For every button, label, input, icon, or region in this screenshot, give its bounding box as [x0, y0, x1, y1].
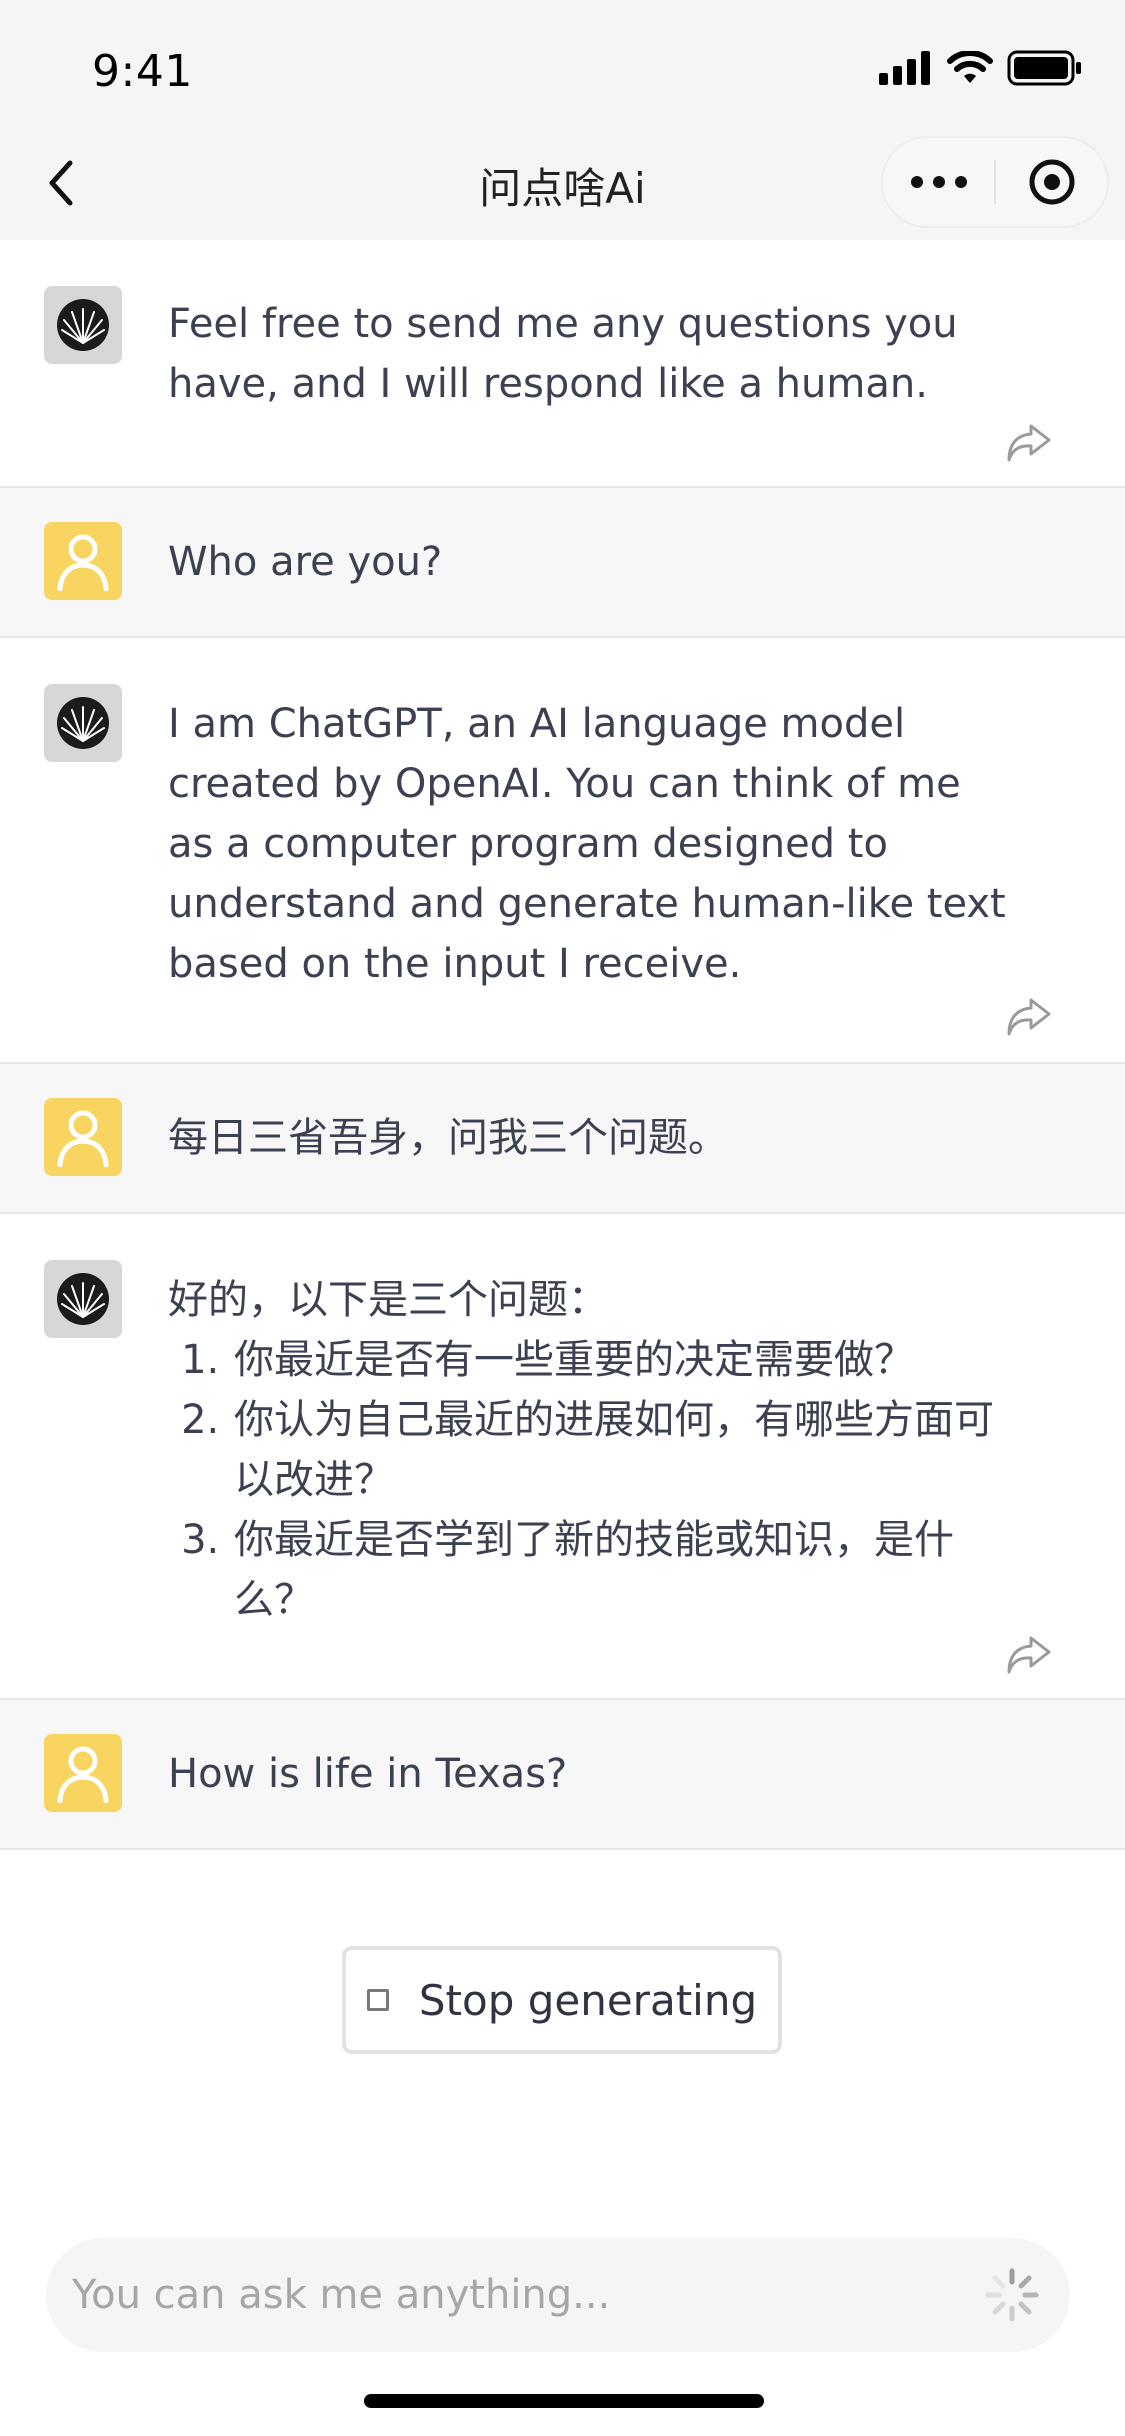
- mini-program-capsule: [881, 136, 1109, 228]
- user-icon: [57, 534, 109, 591]
- answer-list: 你最近是否有一些重要的决定需要做？ 你认为自己最近的进展如何，有哪些方面可以改进…: [232, 1330, 1008, 1630]
- fan-logo-icon: [57, 1273, 109, 1325]
- more-dot-icon: [910, 176, 923, 188]
- message-text: 每日三省吾身，问我三个问题。: [168, 1115, 728, 1161]
- chat-message-user: Who are you?: [0, 486, 1125, 638]
- message-text: Feel free to send me any questions you h…: [168, 301, 958, 407]
- target-icon: [1029, 159, 1074, 205]
- more-button[interactable]: [883, 138, 994, 226]
- close-mini-program-button[interactable]: [996, 138, 1107, 226]
- chat-message-user: 每日三省吾身，问我三个问题。: [0, 1062, 1125, 1214]
- share-icon[interactable]: [1005, 420, 1053, 464]
- user-icon: [57, 1110, 109, 1167]
- bot-avatar: [44, 1260, 122, 1338]
- top-bar: 9:41 问点啥Ai: [0, 0, 1125, 240]
- message-text: 好的，以下是三个问题： 你最近是否有一些重要的决定需要做？ 你认为自己最近的进展…: [168, 1270, 1008, 1630]
- message-text: Who are you?: [168, 539, 443, 585]
- user-icon: [57, 1746, 109, 1803]
- list-item: 你认为自己最近的进展如何，有哪些方面可以改进？: [232, 1390, 1008, 1510]
- fan-logo-icon: [57, 697, 109, 749]
- share-icon[interactable]: [1005, 1632, 1053, 1676]
- wifi-icon: [947, 51, 993, 83]
- signal-icon: [879, 51, 930, 85]
- message-text: I am ChatGPT, an AI language model creat…: [168, 701, 1006, 987]
- status-time: 9:41: [92, 46, 193, 97]
- more-dot-icon: [954, 176, 967, 188]
- list-item: 你最近是否有一些重要的决定需要做？: [232, 1330, 1008, 1390]
- chat-message-bot: Feel free to send me any questions you h…: [0, 240, 1125, 486]
- fan-logo-icon: [57, 299, 109, 351]
- chat-screen: 9:41 问点啥Ai Feel free to send me any ques…: [0, 0, 1125, 2436]
- share-icon[interactable]: [1005, 994, 1053, 1038]
- chat-message-bot: I am ChatGPT, an AI language model creat…: [0, 638, 1125, 1062]
- user-avatar: [44, 522, 122, 600]
- stop-generating-button[interactable]: Stop generating: [342, 1946, 782, 2054]
- loading-spinner-icon: [985, 2268, 1039, 2322]
- answer-intro: 好的，以下是三个问题：: [168, 1277, 608, 1323]
- message-input-bar: [46, 2238, 1070, 2352]
- user-avatar: [44, 1098, 122, 1176]
- stop-generating-label: Stop generating: [418, 1975, 758, 2025]
- bot-avatar: [44, 286, 122, 364]
- stop-icon: [366, 1989, 389, 2011]
- more-dot-icon: [932, 176, 945, 188]
- battery-icon: [1007, 50, 1081, 86]
- home-indicator: [364, 2394, 764, 2408]
- message-text: How is life in Texas?: [168, 1751, 568, 1797]
- chat-message-bot: 好的，以下是三个问题： 你最近是否有一些重要的决定需要做？ 你认为自己最近的进展…: [0, 1214, 1125, 1698]
- list-item: 你最近是否学到了新的技能或知识，是什么？: [232, 1510, 1008, 1630]
- message-input[interactable]: [72, 2272, 952, 2318]
- status-icons: [879, 50, 1083, 86]
- chat-message-user: How is life in Texas?: [0, 1698, 1125, 1850]
- user-avatar: [44, 1734, 122, 1812]
- bot-avatar: [44, 684, 122, 762]
